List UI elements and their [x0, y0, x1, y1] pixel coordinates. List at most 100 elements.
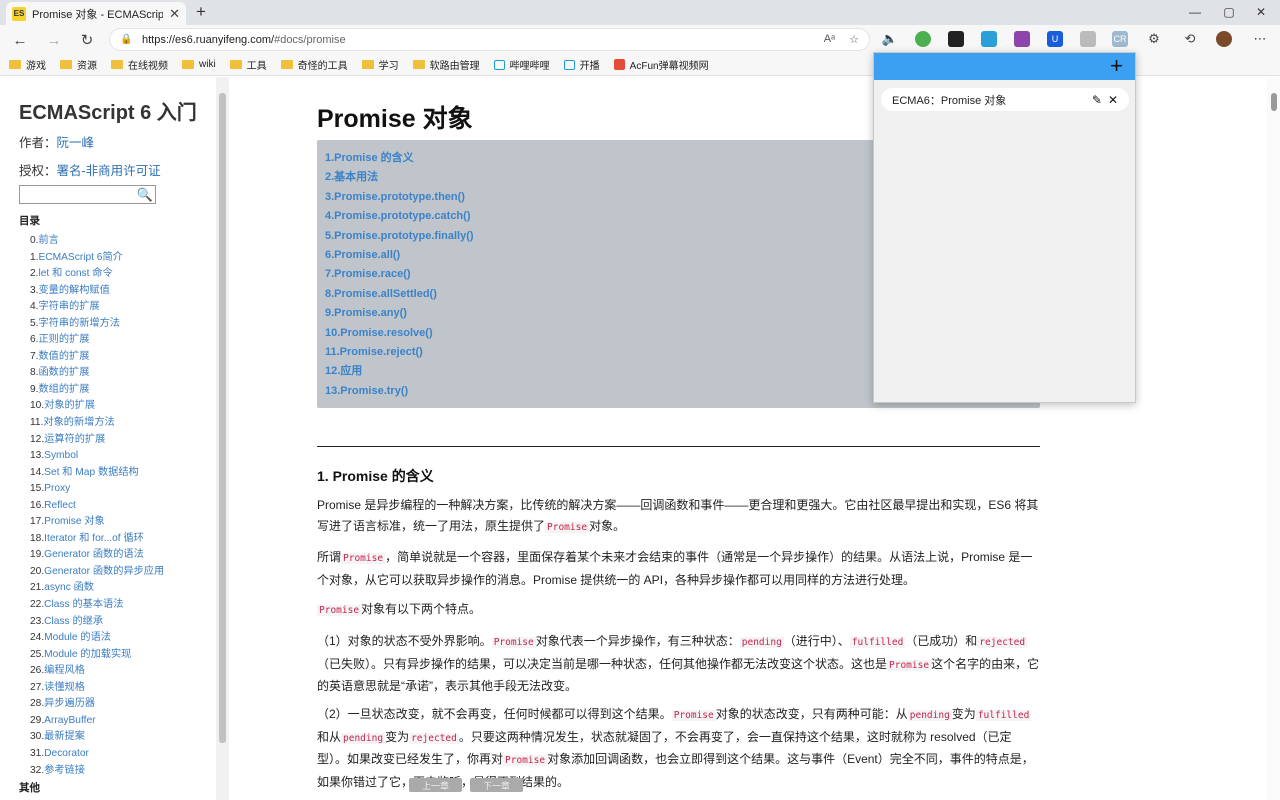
- bookmark-tv[interactable]: 开播: [563, 57, 600, 72]
- toc-item[interactable]: 23.Class 的继承: [30, 614, 164, 631]
- license-link[interactable]: 署名-非商用许可证: [57, 164, 161, 178]
- sidebar-scroll-thumb[interactable]: [219, 93, 226, 743]
- toc-item[interactable]: 16.Reflect: [30, 498, 164, 515]
- toc-item-link[interactable]: Class 的继承: [44, 616, 103, 627]
- toc-item-link[interactable]: ArrayBuffer: [44, 715, 95, 726]
- extension-black-icon[interactable]: [948, 31, 964, 47]
- article-toc-item[interactable]: 11.Promise.reject(): [325, 343, 474, 362]
- toc-item-link[interactable]: Generator 函数的语法: [44, 549, 144, 560]
- toc-item-link[interactable]: let 和 const 命令: [39, 268, 113, 279]
- toc-item[interactable]: 14.Set 和 Map 数据结构: [30, 465, 164, 482]
- toc-item-link[interactable]: async 函数: [44, 582, 94, 593]
- refresh-button[interactable]: ↻: [77, 30, 97, 50]
- toc-item-link[interactable]: 对象的新增方法: [43, 417, 114, 428]
- toc-item-link[interactable]: 数组的扩展: [39, 384, 90, 395]
- bookmark-tv[interactable]: 哔哩哔哩: [493, 57, 550, 72]
- toc-item[interactable]: 1.ECMAScript 6简介: [30, 250, 164, 267]
- toc-item-link[interactable]: 异步遍历器: [44, 698, 95, 709]
- toc-item-link[interactable]: 对象的扩展: [44, 400, 95, 411]
- toc-item-link[interactable]: 字符串的新增方法: [39, 318, 121, 329]
- toc-item-link[interactable]: Class 的基本语法: [44, 599, 123, 610]
- article-toc-item[interactable]: 9.Promise.any(): [325, 304, 474, 323]
- toc-item[interactable]: 19.Generator 函数的语法: [30, 547, 164, 564]
- green-circle-icon[interactable]: [915, 31, 931, 47]
- toc-item[interactable]: 25.Module 的加载实现: [30, 647, 164, 664]
- toc-item-link[interactable]: Promise 对象: [44, 516, 105, 527]
- toc-item[interactable]: 20.Generator 函数的异步应用: [30, 564, 164, 581]
- toc-item[interactable]: 26.编程风格: [30, 663, 164, 680]
- article-toc-item[interactable]: 4.Promise.prototype.catch(): [325, 207, 474, 226]
- bookmark-folder[interactable]: 工具: [229, 57, 267, 72]
- toc-item-link[interactable]: 最新提案: [44, 731, 85, 742]
- toc-item[interactable]: 9.数组的扩展: [30, 382, 164, 399]
- profile-avatar-icon[interactable]: [1216, 31, 1232, 47]
- search-input[interactable]: 🔍: [19, 185, 156, 204]
- toc-item[interactable]: 17.Promise 对象: [30, 514, 164, 531]
- article-toc-item[interactable]: 12.应用: [325, 362, 474, 381]
- toc-item[interactable]: 11.对象的新增方法: [30, 415, 164, 432]
- bookmark-folder[interactable]: 学习: [361, 57, 399, 72]
- toc-item[interactable]: 22.Class 的基本语法: [30, 597, 164, 614]
- main-scroll-thumb[interactable]: [1271, 93, 1277, 111]
- back-button[interactable]: ←: [10, 30, 30, 50]
- toc-item[interactable]: 4.字符串的扩展: [30, 299, 164, 316]
- saved-item[interactable]: ECMA6：Promise 对象 ✎ ✕: [881, 88, 1129, 111]
- toc-item-link[interactable]: Iterator 和 for...of 循环: [44, 533, 144, 544]
- prev-chapter-button[interactable]: 上一章: [409, 778, 462, 792]
- toc-item[interactable]: 28.异步遍历器: [30, 696, 164, 713]
- toc-item[interactable]: 29.ArrayBuffer: [30, 713, 164, 730]
- menu-dots-icon[interactable]: ⋯: [1252, 31, 1268, 47]
- saved-item-title[interactable]: ECMA6：Promise 对象: [892, 92, 1086, 108]
- history-icon[interactable]: ⟲: [1182, 31, 1198, 47]
- cr-extension-icon[interactable]: CR: [1112, 31, 1128, 47]
- toc-item[interactable]: 31.Decorator: [30, 746, 164, 763]
- toc-item[interactable]: 30.最新提案: [30, 729, 164, 746]
- bookmark-folder[interactable]: 资源: [60, 57, 97, 72]
- toc-item-link[interactable]: 参考链接: [44, 765, 85, 776]
- toc-item-link[interactable]: 读懂规格: [44, 682, 85, 693]
- edit-icon[interactable]: ✎: [1092, 93, 1102, 107]
- bookmark-acfun[interactable]: AcFun弹幕视频网: [613, 57, 709, 72]
- bookmark-folder[interactable]: 软路由管理: [412, 57, 480, 72]
- tab-close-icon[interactable]: ✕: [169, 6, 180, 22]
- toc-item-link[interactable]: Set 和 Map 数据结构: [44, 467, 139, 478]
- toc-item-link[interactable]: Generator 函数的异步应用: [44, 566, 164, 577]
- bookmark-folder[interactable]: 在线视频: [111, 57, 168, 72]
- toc-item[interactable]: 8.函数的扩展: [30, 365, 164, 382]
- author-link[interactable]: 阮一峰: [57, 136, 95, 150]
- toc-item[interactable]: 12.运算符的扩展: [30, 432, 164, 449]
- favorite-star-icon[interactable]: ☆: [849, 33, 859, 46]
- toc-item[interactable]: 3.变量的解构赋值: [30, 283, 164, 300]
- new-tab-button[interactable]: +: [191, 2, 211, 22]
- toc-item-link[interactable]: 字符串的扩展: [39, 301, 100, 312]
- page-icon[interactable]: [1080, 31, 1096, 47]
- article-toc-item[interactable]: 7.Promise.race(): [325, 265, 474, 284]
- toc-item[interactable]: 7.数值的扩展: [30, 349, 164, 366]
- toc-item-link[interactable]: Module 的加载实现: [44, 649, 131, 660]
- puzzle-icon[interactable]: ⚙: [1146, 31, 1162, 47]
- toc-item[interactable]: 13.Symbol: [30, 448, 164, 465]
- toc-item-link[interactable]: 运算符的扩展: [44, 434, 105, 445]
- toc-item[interactable]: 32.参考链接: [30, 763, 164, 780]
- minimize-button[interactable]: —: [1186, 4, 1204, 20]
- toc-item[interactable]: 10.对象的扩展: [30, 398, 164, 415]
- toc-item-link[interactable]: Module 的语法: [44, 632, 111, 643]
- delete-icon[interactable]: ✕: [1108, 93, 1118, 107]
- color-picker-icon[interactable]: [1014, 31, 1030, 47]
- toc-item[interactable]: 18.Iterator 和 for...of 循环: [30, 531, 164, 548]
- article-toc-item[interactable]: 10.Promise.resolve(): [325, 324, 474, 343]
- main-scrollbar[interactable]: [1267, 77, 1280, 800]
- article-toc-item[interactable]: 5.Promise.prototype.finally(): [325, 227, 474, 246]
- toc-item-link[interactable]: Reflect: [44, 500, 76, 511]
- toc-item-link[interactable]: ECMAScript 6简介: [39, 252, 123, 263]
- toc-item[interactable]: 5.字符串的新增方法: [30, 316, 164, 333]
- browser-tab[interactable]: ES Promise 对象 - ECMAScript 6入门 ✕: [6, 2, 186, 25]
- bookmark-folder[interactable]: 游戏: [9, 57, 46, 72]
- toc-item-link[interactable]: 数值的扩展: [39, 351, 90, 362]
- toc-item-link[interactable]: 前言: [39, 235, 59, 246]
- volume-icon[interactable]: 🔈: [882, 31, 898, 47]
- toc-item[interactable]: 24.Module 的语法: [30, 630, 164, 647]
- next-chapter-button[interactable]: 下一章: [470, 778, 523, 792]
- toc-item-link[interactable]: 正则的扩展: [39, 334, 90, 345]
- toc-item[interactable]: 0.前言: [30, 233, 164, 250]
